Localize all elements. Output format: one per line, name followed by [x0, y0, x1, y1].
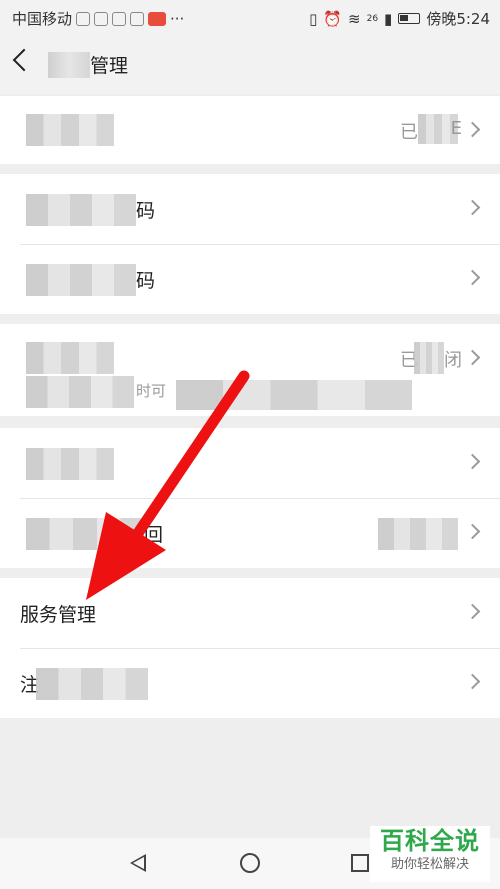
wifi-icon: ≋	[348, 9, 361, 28]
blurred-label	[26, 342, 114, 374]
service-management-row[interactable]: 服务管理	[0, 578, 500, 648]
blurred-label	[26, 448, 114, 480]
settings-row[interactable]: 已 E	[0, 96, 500, 166]
settings-card-4: 回	[0, 428, 500, 568]
vibrate-icon: ▯	[309, 9, 318, 28]
row-value-right: E	[450, 118, 462, 139]
status-right: ▯ ⏰ ≋ 26 ▮ 傍晚5:24	[309, 8, 490, 29]
chevron-right-icon	[464, 523, 481, 540]
back-arrow-icon[interactable]	[12, 48, 36, 72]
settings-card-3: 已 闭 时可	[0, 324, 500, 416]
app-notification-icon	[94, 11, 109, 26]
app-notification-icon	[112, 11, 127, 26]
status-left: 中国移动 ···	[12, 8, 184, 29]
row-value-left: 已	[400, 122, 418, 143]
settings-row[interactable]	[0, 428, 500, 498]
app-notification-icon	[130, 11, 145, 26]
battery-icon	[398, 13, 421, 24]
chevron-right-icon	[464, 453, 481, 470]
signal-icon: ▮	[384, 9, 393, 28]
row-label-tail: 码	[136, 270, 156, 292]
chevron-right-icon	[464, 269, 481, 286]
status-bar: 中国移动 ··· ▯ ⏰ ≋ 26 ▮ 傍晚5:24	[0, 0, 500, 34]
nav-recent-apps-icon[interactable]	[351, 854, 369, 872]
settings-row[interactable]: 回	[0, 498, 500, 568]
chevron-right-icon	[464, 121, 481, 138]
chevron-right-icon	[464, 199, 481, 216]
settings-row[interactable]: 已 闭 时可	[0, 324, 500, 416]
app-notification-icon	[76, 11, 91, 26]
service-management-label: 服务管理	[20, 604, 97, 626]
blurred-label	[26, 264, 136, 296]
blurred-value	[378, 518, 458, 550]
page-title: 管理	[90, 55, 129, 77]
more-notifications-icon: ···	[170, 9, 185, 28]
blurred-title-part	[48, 52, 90, 78]
settings-row[interactable]: 码	[0, 244, 500, 314]
settings-row[interactable]: 注	[0, 648, 500, 718]
chevron-right-icon	[464, 349, 481, 366]
alarm-icon: ⏰	[323, 9, 343, 28]
network-badge: 26	[366, 13, 379, 24]
watermark-title: 百科全说	[380, 827, 480, 855]
settings-card-5: 服务管理 注	[0, 578, 500, 718]
row-label-tail: 码	[136, 200, 156, 222]
blurred-description	[26, 376, 134, 408]
row-label-tail: 回	[144, 524, 164, 546]
nav-back-icon[interactable]	[130, 854, 146, 872]
settings-row[interactable]: 码	[0, 174, 500, 244]
clock: 傍晚5:24	[426, 10, 490, 28]
watermark-subtitle: 助你轻松解决	[390, 857, 469, 872]
blurred-label	[26, 114, 114, 146]
chevron-right-icon	[464, 603, 481, 620]
row-value-right: 闭	[444, 350, 462, 371]
chevron-right-icon	[464, 673, 481, 690]
settings-card-1: 已 E	[0, 96, 500, 164]
blurred-label	[26, 518, 144, 550]
blurred-value	[414, 342, 444, 374]
page-header: 管理	[0, 34, 500, 94]
carrier-label: 中国移动	[12, 10, 73, 28]
app-notification-icon	[148, 11, 167, 26]
watermark-logo: 百科全说 助你轻松解决	[370, 826, 490, 882]
settings-card-2: 码 码	[0, 174, 500, 314]
blurred-label	[36, 668, 148, 700]
blurred-description	[176, 380, 412, 410]
blurred-label	[26, 194, 136, 226]
row-description: 时可	[136, 382, 167, 400]
nav-home-icon[interactable]	[240, 853, 260, 873]
